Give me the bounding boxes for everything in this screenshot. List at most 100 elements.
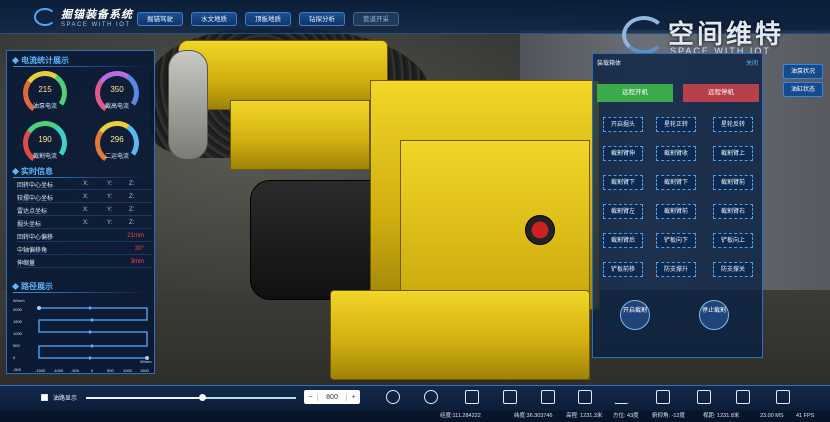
path-xtick: 500 bbox=[107, 368, 114, 373]
y-label: Y: bbox=[107, 181, 113, 187]
status-pitch: 俯仰角: -12度 bbox=[652, 413, 686, 419]
info-icon[interactable] bbox=[424, 390, 438, 404]
info-row-offset: 回转中心偏移 21mm bbox=[17, 231, 152, 242]
info-label: 回转中心坐标 bbox=[17, 182, 54, 189]
y-label: Y: bbox=[107, 194, 113, 200]
gauge-cut-height: 350 截高电流 bbox=[91, 67, 143, 119]
path-ytick: 2000 bbox=[13, 307, 23, 312]
path-trace bbox=[38, 307, 148, 359]
control-button-shovel-down[interactable]: 铲板向下 bbox=[656, 233, 696, 248]
status-heading: 方位: 43度 bbox=[613, 413, 639, 419]
record-icon[interactable] bbox=[386, 390, 400, 404]
stepper-plus[interactable]: + bbox=[346, 393, 360, 401]
control-button-arm-left[interactable]: 截割臂左 bbox=[603, 204, 643, 219]
control-button-arm-up[interactable]: 截割臂上 bbox=[713, 146, 753, 161]
z-label: Z: bbox=[129, 207, 135, 213]
image-icon[interactable] bbox=[541, 390, 555, 404]
machine-arm bbox=[230, 100, 370, 170]
control-button-arm-front[interactable]: 截割臂前 bbox=[713, 175, 753, 190]
control-button-arm-retract[interactable]: 截割臂收 bbox=[656, 146, 696, 161]
z-label: Z: bbox=[129, 181, 135, 187]
control-button-arm-right[interactable]: 截割臂右 bbox=[713, 204, 753, 219]
print-icon[interactable] bbox=[776, 390, 790, 404]
current-stats-title: 电流统计展示 bbox=[13, 54, 69, 66]
x-label: X: bbox=[83, 220, 89, 226]
path-ytick: 1000 bbox=[13, 331, 23, 336]
path-arrow bbox=[89, 356, 93, 360]
control-button-support-close[interactable]: 防支撑关 bbox=[713, 262, 753, 277]
control-button-star-fwd[interactable]: 星轮正转 bbox=[656, 117, 696, 132]
control-button-shovel-up[interactable]: 铲板向上 bbox=[713, 233, 753, 248]
path-ytick: 0 bbox=[13, 355, 16, 360]
status-view-distance: 视距: 1231.8米 bbox=[703, 413, 740, 419]
nav-item-driving[interactable]: 掘锚驾驶 bbox=[137, 12, 183, 26]
nav-item-roof[interactable]: 顶板地质 bbox=[245, 12, 291, 26]
gauge-label: 二运电流 bbox=[104, 154, 129, 160]
control-panel-close[interactable]: 关闭 bbox=[746, 58, 758, 67]
control-button-arm-back[interactable]: 截割臂后 bbox=[603, 233, 643, 248]
info-label: 雷达点坐标 bbox=[17, 208, 48, 215]
speed-slider[interactable] bbox=[86, 394, 296, 401]
nav-item-drill[interactable]: 钻探分析 bbox=[299, 12, 345, 26]
app-title: 掘锚装备系统 bbox=[61, 9, 133, 21]
control-button-open-head[interactable]: 开启掘头 bbox=[603, 117, 643, 132]
gauge-value: 296 bbox=[110, 135, 124, 144]
oil-path-checkbox[interactable] bbox=[41, 394, 48, 401]
app-root: { "app": { "title": "掘锚装备系统", "subtitle"… bbox=[0, 0, 830, 422]
stop-cut-button[interactable]: 停止截割 bbox=[699, 300, 729, 330]
path-chart: W/mm 2000 1500 1000 500 0 -500 W/mm -150… bbox=[13, 298, 152, 373]
open-cut-button[interactable]: 开启截割 bbox=[620, 300, 650, 330]
layers-icon[interactable] bbox=[465, 390, 479, 404]
control-button-arm-down[interactable]: 截割臂下 bbox=[603, 175, 643, 190]
stepper-minus[interactable]: − bbox=[304, 393, 318, 401]
path-xtick: -1500 bbox=[35, 368, 46, 373]
crop-icon[interactable] bbox=[578, 390, 592, 404]
divider bbox=[13, 292, 150, 293]
path-xtick: 1000 bbox=[123, 368, 133, 373]
control-button-arm-front-2[interactable]: 截割臂前 bbox=[656, 204, 696, 219]
control-button-arm-extend[interactable]: 截割臂伸 bbox=[603, 146, 643, 161]
value-stepper[interactable]: − 800 + bbox=[304, 390, 360, 404]
info-label: 中轴偏移角 bbox=[17, 247, 48, 254]
side-button-oil-pump[interactable]: 油泵状况 bbox=[783, 64, 823, 79]
realtime-info-title: 实时信息 bbox=[13, 165, 53, 177]
slider-fill bbox=[86, 397, 202, 399]
info-row-axis-angle: 中轴偏移角 30° bbox=[17, 244, 152, 255]
path-arrow bbox=[89, 318, 93, 322]
info-row-swing-center: 较摆中心坐标 X: Y: Z: bbox=[17, 192, 152, 203]
path-start-marker bbox=[37, 306, 41, 310]
remote-start-button[interactable]: 远程开机 bbox=[597, 84, 673, 102]
control-button-shovel-forward[interactable]: 铲板前移 bbox=[603, 262, 643, 277]
nav-item-pipeline[interactable]: 管道开采 bbox=[353, 12, 399, 26]
side-button-cylinder[interactable]: 油缸状态 bbox=[783, 82, 823, 97]
export-icon[interactable] bbox=[503, 390, 517, 404]
info-row-head: 掘头坐标 X: Y: Z: bbox=[17, 218, 152, 229]
info-value: 30° bbox=[134, 246, 144, 252]
grid-icon[interactable] bbox=[656, 390, 670, 404]
fullscreen-icon[interactable] bbox=[736, 390, 750, 404]
left-panel: 电流统计展示 215 油泵电流 350 截高电流 190 截割电流 296 二运… bbox=[6, 50, 155, 374]
remote-stop-button[interactable]: 远程停机 bbox=[683, 84, 759, 102]
stepper-value[interactable]: 800 bbox=[318, 394, 346, 401]
slider-knob[interactable] bbox=[198, 394, 206, 401]
gauge-second-conveyor: 296 二运电流 bbox=[91, 117, 143, 169]
x-label: X: bbox=[83, 194, 89, 200]
control-button-support-raise[interactable]: 防支撑升 bbox=[656, 262, 696, 277]
status-elevation: 高程: 1231.3米 bbox=[566, 413, 603, 419]
path-xtick: 1500 bbox=[140, 368, 150, 373]
divider bbox=[13, 177, 150, 178]
status-latitude: 纬度:36.303746 bbox=[514, 413, 553, 419]
divider bbox=[13, 66, 150, 67]
oil-path-label: 油路显示 bbox=[53, 396, 78, 402]
gauge-label: 截高电流 bbox=[104, 104, 129, 110]
nav-item-hydro[interactable]: 水文地质 bbox=[191, 12, 237, 26]
columns-icon[interactable] bbox=[697, 390, 711, 404]
path-ylabel: W/mm bbox=[13, 298, 25, 303]
control-button-arm-down-2[interactable]: 截割臂下 bbox=[656, 175, 696, 190]
control-button-star-rev[interactable]: 星轮反转 bbox=[713, 117, 753, 132]
gauge-cutting: 190 截割电流 bbox=[19, 117, 71, 169]
gauge-value: 190 bbox=[38, 135, 52, 144]
info-label: 回转中心偏移 bbox=[17, 234, 54, 241]
gauge-value: 350 bbox=[110, 85, 124, 94]
info-label: 伸缩量 bbox=[17, 260, 36, 267]
